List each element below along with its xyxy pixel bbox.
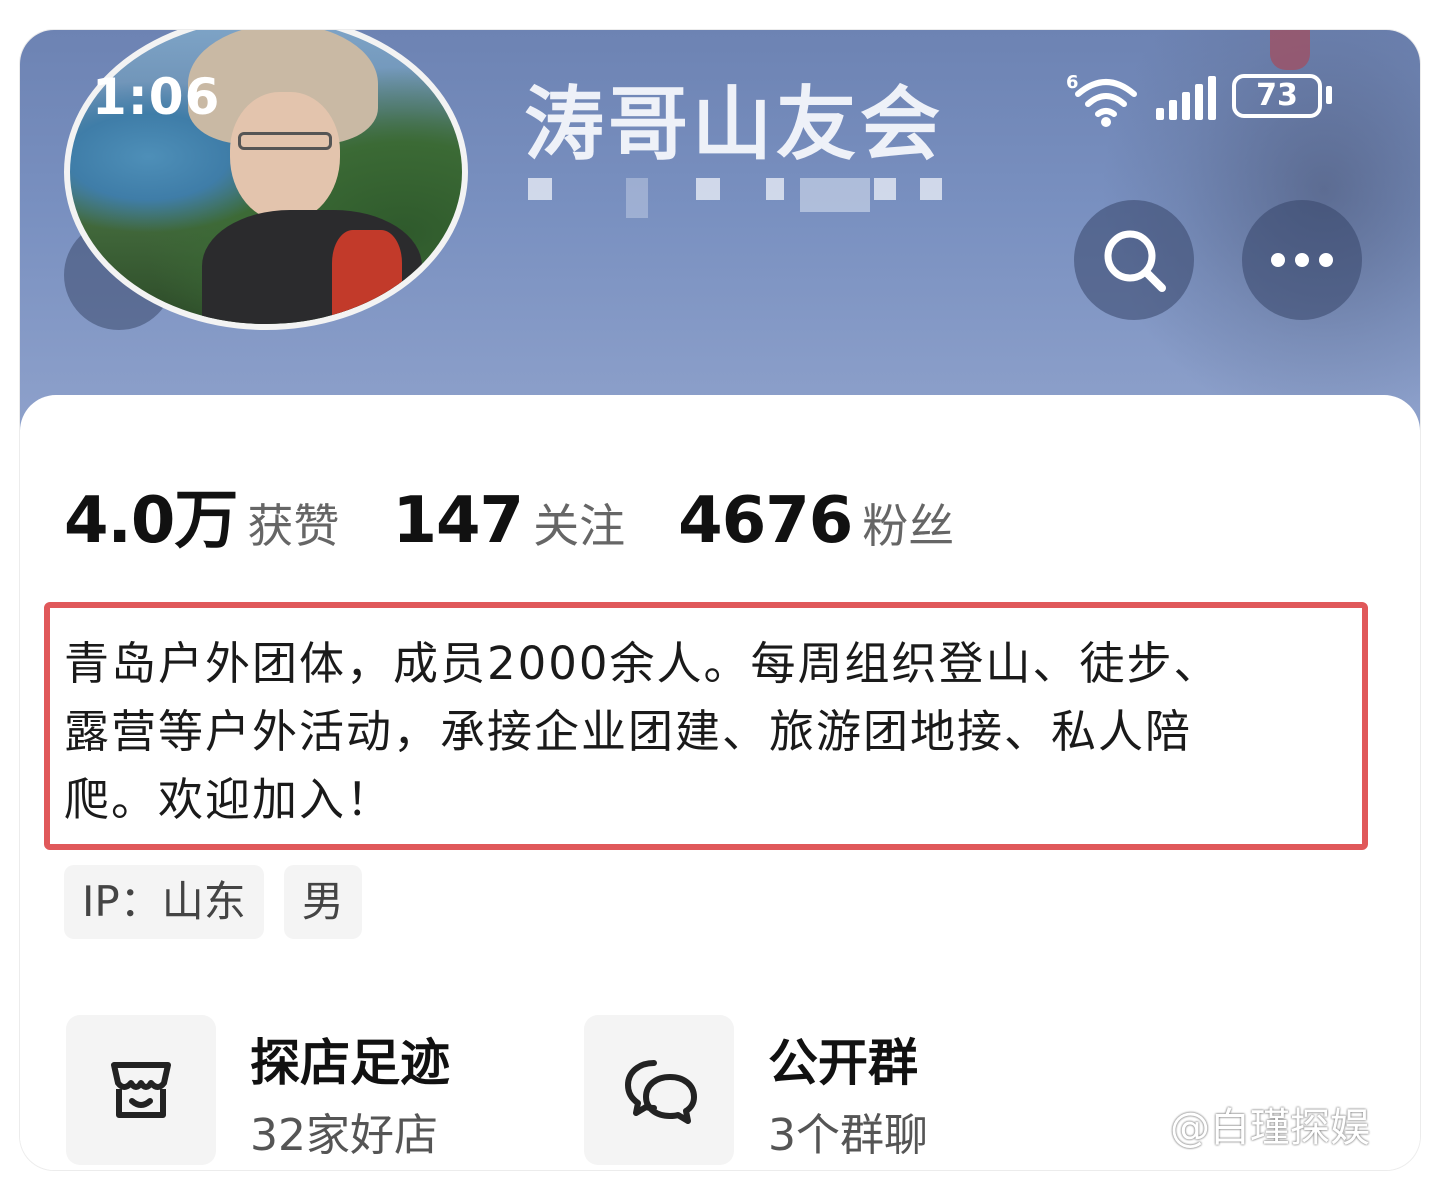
network-badge: 6: [1066, 72, 1079, 93]
profile-content: 4.0万 获赞 147 关注 4676 粉丝 青岛户外团体，成员2000余人。每周组织…: [20, 395, 1420, 1170]
entry-subtitle: 32家好店: [250, 1110, 438, 1161]
entry-title: 公开群: [768, 1034, 918, 1092]
profile-banner: 1:06 6 73 涛哥山友会: [20, 30, 1420, 430]
chat-bubbles-icon: [625, 1060, 697, 1124]
bio-line: 爬。欢迎加入！: [64, 773, 394, 826]
battery-indicator: 73: [1232, 74, 1322, 118]
shop-icon: [111, 1062, 171, 1118]
status-icons: 6 73: [1064, 68, 1364, 128]
watermark: @白瑾探娱: [1170, 1105, 1370, 1151]
bio-line: 露营等户外活动，承接企业团建、旅游团地接、私人陪: [64, 705, 1193, 758]
store-visits-entry[interactable]: 探店足迹 32家好店: [66, 1015, 546, 1167]
stat-followers[interactable]: 4676 粉丝: [678, 484, 954, 558]
profile-card: 1:06 6 73 涛哥山友会 4.0万 获赞 147 关注 4676 粉丝 青…: [20, 30, 1420, 1170]
banner-decoration: [1270, 30, 1310, 70]
stat-likes[interactable]: 4.0万 获赞: [64, 469, 339, 561]
more-button[interactable]: [1242, 200, 1362, 320]
profile-tags: IP：山东男: [64, 865, 382, 941]
gender-tag: 男: [283, 865, 362, 939]
search-icon: [1104, 230, 1166, 292]
more-dots-icon: [1271, 253, 1333, 267]
wifi-icon: 6: [1066, 72, 1137, 127]
public-groups-entry[interactable]: 公开群 3个群聊: [584, 1015, 1064, 1167]
bio-line: 青岛户外团体，成员2000余人。每周组织登山、徒步、: [64, 637, 1221, 690]
account-name: 涛哥山友会: [524, 78, 944, 171]
profile-stats: 4.0万 获赞 147 关注 4676 粉丝: [64, 469, 1002, 558]
signal-icon: [1156, 76, 1216, 120]
redacted-account-id: [528, 178, 948, 218]
entry-title: 探店足迹: [250, 1034, 450, 1092]
status-time: 1:06: [92, 68, 221, 126]
ip-location-tag: IP：山东: [64, 865, 264, 939]
stat-following[interactable]: 147 关注: [392, 484, 625, 558]
entry-subtitle: 3个群聊: [768, 1110, 928, 1161]
search-button[interactable]: [1074, 200, 1194, 320]
profile-bio: 青岛户外团体，成员2000余人。每周组织登山、徒步、 露营等户外活动，承接企业团…: [44, 602, 1368, 850]
